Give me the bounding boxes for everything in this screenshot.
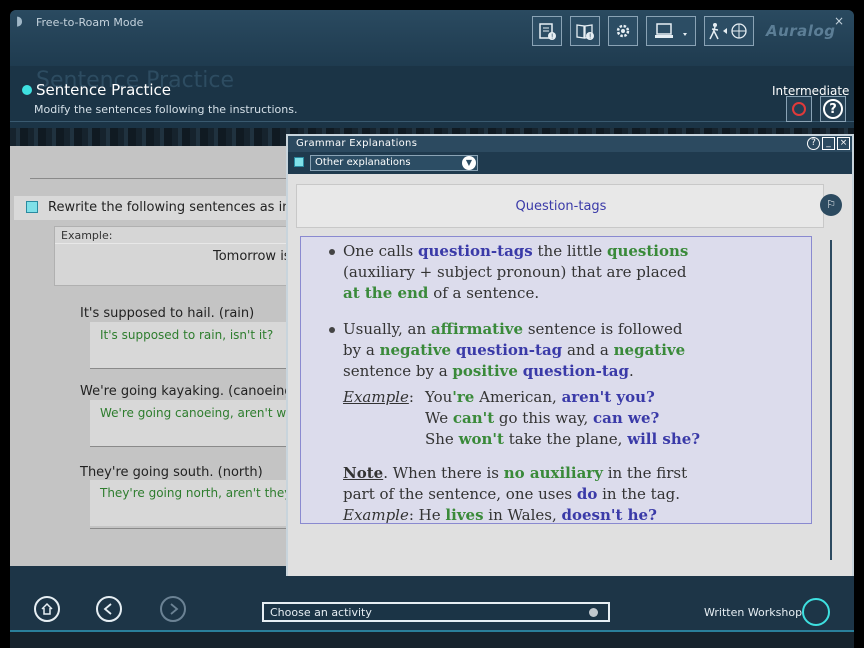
item-answer-field[interactable]: They're going north, aren't they? (90, 480, 300, 526)
grammar-heading-box: Question-tags (296, 184, 824, 228)
walker-globe-button[interactable] (704, 16, 754, 46)
grammar-window-title: Grammar Explanations (296, 138, 418, 149)
title-bar: ◗ Free-to-Roam Mode × ! ! Auralog (10, 10, 854, 70)
example-label: Example: (61, 229, 113, 242)
next-icon (170, 603, 179, 615)
paragraph-2: Usually, an affirmative sentence is foll… (343, 320, 686, 380)
grammar-minimize-button[interactable]: _ (822, 137, 835, 150)
grammar-checkbox[interactable] (294, 157, 304, 167)
item-prompt: They're going south. (north) (80, 465, 263, 480)
example-text: Tomorrow is (213, 249, 291, 264)
grammar-menu-bar: Other explanations ▼ (288, 152, 852, 174)
book-alert-icon: ! (576, 24, 594, 41)
activity-placeholder: Choose an activity (270, 606, 372, 619)
item-answer-field[interactable]: It's supposed to rain, isn't it? (90, 322, 300, 368)
window-controls: ? _ × (807, 137, 850, 150)
notebook-alert-button[interactable]: ! (532, 16, 562, 46)
item-prompt: We're going kayaking. (canoeing) (80, 384, 298, 399)
help-icon: ? (823, 99, 843, 119)
next-button[interactable] (160, 596, 186, 622)
item-answer-text: It's supposed to rain, isn't it? (100, 328, 274, 342)
app-logo-icon: ◗ (16, 14, 23, 29)
instruction-checkbox[interactable] (26, 201, 38, 213)
record-button[interactable] (786, 96, 812, 122)
home-button[interactable] (34, 596, 60, 622)
divider (90, 446, 300, 447)
note-block: Note. When there is no auxiliary in the … (343, 464, 688, 524)
scrollbar[interactable] (830, 240, 832, 560)
workshop-button[interactable] (802, 598, 830, 626)
bottom-strip-inner (10, 632, 854, 648)
activity-selector[interactable]: Choose an activity (262, 602, 610, 622)
item-answer-text: We're going canoeing, aren't we (100, 406, 294, 420)
help-button[interactable]: ? (820, 96, 846, 122)
grammar-title-bar[interactable]: Grammar Explanations ? _ × (288, 136, 852, 152)
mode-title: Free-to-Roam Mode (36, 16, 144, 29)
item-answer-text: They're going north, aren't they? (100, 486, 298, 500)
toolbar: ! ! (532, 16, 754, 48)
instruction-bar: Rewrite the following sentences as in th… (14, 196, 316, 220)
item-answer-field[interactable]: We're going canoeing, aren't we (90, 400, 300, 446)
explanations-dropdown[interactable]: Other explanations ▼ (310, 155, 478, 171)
bullet-icon (329, 249, 335, 255)
grammar-content: One calls question-tags the little quest… (300, 236, 812, 524)
gear-icon (616, 24, 630, 38)
grammar-heading: Question-tags (515, 199, 607, 214)
previous-icon (103, 603, 112, 615)
book-alert-button[interactable]: ! (570, 16, 600, 46)
examples-block: Example: You're American, aren't you? We… (343, 388, 701, 448)
computer-dropdown-button[interactable] (646, 16, 696, 46)
computer-dropdown-icon (655, 23, 687, 38)
dropdown-indicator-icon (589, 608, 598, 617)
chevron-down-icon: ▼ (462, 156, 476, 170)
dropdown-value: Other explanations (315, 157, 411, 168)
title-bullet-icon (22, 85, 32, 95)
exercise-panel: Rewrite the following sentences as in th… (10, 146, 316, 566)
home-icon (41, 602, 53, 615)
grammar-help-button[interactable]: ? (807, 137, 820, 150)
item-prompt: It's supposed to hail. (rain) (80, 306, 255, 321)
flag-icon[interactable]: ⚐ (820, 194, 842, 216)
paragraph-1: One calls question-tags the little quest… (343, 242, 689, 302)
grammar-window: Grammar Explanations ? _ × Other explana… (286, 134, 854, 582)
header-divider (10, 121, 854, 122)
divider (55, 243, 301, 244)
workshop-label: Written Workshop (704, 606, 803, 619)
svg-text:!: ! (551, 33, 554, 41)
app-window: ◗ Free-to-Roam Mode × ! ! Auralog Senten… (10, 10, 854, 648)
svg-text:!: ! (589, 33, 592, 41)
bottom-strip (10, 630, 854, 648)
divider (90, 368, 300, 369)
divider (30, 178, 300, 179)
divider (90, 528, 300, 529)
page-title: Sentence Practice (36, 81, 172, 99)
bottom-bar: Choose an activity Written Workshop (10, 576, 854, 630)
page-subtitle: Modify the sentences following the instr… (34, 103, 298, 116)
record-icon (792, 102, 806, 116)
walker-globe-icon (709, 23, 747, 40)
settings-button[interactable] (608, 16, 638, 46)
brand-logo: Auralog (766, 22, 836, 40)
bullet-icon (329, 327, 335, 333)
example-box: Example: Tomorrow is (54, 226, 301, 286)
grammar-close-button[interactable]: × (837, 137, 850, 150)
notebook-alert-icon: ! (539, 23, 556, 41)
instruction-text: Rewrite the following sentences as in th… (48, 200, 316, 215)
previous-button[interactable] (96, 596, 122, 622)
